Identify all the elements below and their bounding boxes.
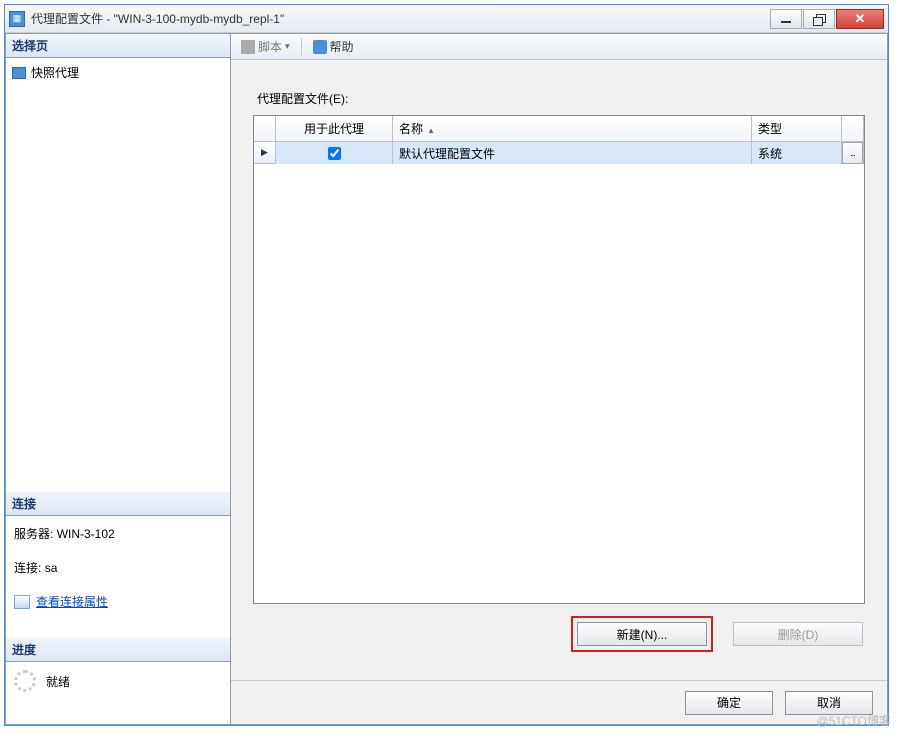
row-header-corner xyxy=(254,116,276,142)
col-type[interactable]: 类型 xyxy=(752,116,842,142)
properties-icon xyxy=(14,595,30,609)
use-for-agent-checkbox[interactable] xyxy=(328,147,341,160)
content-area: 代理配置文件(E): 用于此代理 名称▲ 类型 ▶ 默认代理配置文件 系统 xyxy=(231,60,887,680)
help-button[interactable]: 帮助 xyxy=(309,36,358,57)
progress-section: 就绪 xyxy=(6,662,230,700)
ok-button[interactable]: 确定 xyxy=(685,691,773,715)
col-actions xyxy=(842,116,864,142)
connection-section: 服务器: WIN-3-102 连接: sa 查看连接属性 xyxy=(6,516,230,620)
page-icon xyxy=(12,67,26,79)
conn-value: sa xyxy=(45,561,58,575)
cell-use-for-agent[interactable] xyxy=(276,142,393,164)
tree-item-snapshot-agent[interactable]: 快照代理 xyxy=(12,62,224,83)
app-icon: ▦ xyxy=(9,11,25,27)
help-label: 帮助 xyxy=(330,38,354,55)
delete-button: 删除(D) xyxy=(733,622,863,646)
toolbar-separator xyxy=(301,38,302,56)
table-actions: 新建(N)... 删除(D) xyxy=(253,604,865,664)
current-row-icon: ▶ xyxy=(261,147,268,158)
ready-label: 就绪 xyxy=(46,673,70,690)
left-panel: 选择页 快照代理 连接 服务器: WIN-3-102 连接: sa xyxy=(6,34,231,724)
cell-name[interactable]: 默认代理配置文件 xyxy=(393,142,752,164)
close-icon: ✕ xyxy=(855,11,866,27)
titlebar[interactable]: ▦ 代理配置文件 - "WIN-3-100-mydb-mydb_repl-1" … xyxy=(5,5,888,33)
table-header-row: 用于此代理 名称▲ 类型 xyxy=(254,116,864,142)
cell-action: ... xyxy=(842,142,864,164)
tree-item-label: 快照代理 xyxy=(31,64,79,81)
cell-type: 系统 xyxy=(752,142,842,164)
profiles-label: 代理配置文件(E): xyxy=(257,90,865,107)
row-ellipsis-button[interactable]: ... xyxy=(842,142,863,164)
help-icon xyxy=(313,40,327,54)
maximize-button[interactable] xyxy=(803,9,835,29)
window-title: 代理配置文件 - "WIN-3-100-mydb-mydb_repl-1" xyxy=(31,10,769,27)
spinner-icon xyxy=(14,670,36,692)
script-icon xyxy=(241,40,255,54)
table-row[interactable]: ▶ 默认代理配置文件 系统 ... xyxy=(254,142,864,164)
sort-asc-icon: ▲ xyxy=(427,126,435,135)
cancel-button[interactable]: 取消 xyxy=(785,691,873,715)
right-panel: 脚本 ▾ 帮助 代理配置文件(E): 用于此代理 名称▲ 类型 xyxy=(231,34,887,724)
progress-header: 进度 xyxy=(6,638,230,662)
row-indicator: ▶ xyxy=(254,142,276,164)
page-tree: 快照代理 xyxy=(6,58,230,87)
table-empty-area xyxy=(254,164,864,603)
toolbar: 脚本 ▾ 帮助 xyxy=(231,34,887,60)
window-controls: ✕ xyxy=(769,9,884,29)
dialog-window: ▦ 代理配置文件 - "WIN-3-100-mydb-mydb_repl-1" … xyxy=(4,4,889,726)
select-page-header: 选择页 xyxy=(6,34,230,58)
view-conn-props-link[interactable]: 查看连接属性 xyxy=(14,590,222,614)
script-label: 脚本 xyxy=(258,38,282,55)
dialog-footer: 确定 取消 xyxy=(231,680,887,724)
window-body: 选择页 快照代理 连接 服务器: WIN-3-102 连接: sa xyxy=(5,33,888,725)
view-conn-props-label: 查看连接属性 xyxy=(36,590,108,614)
script-menu[interactable]: 脚本 ▾ xyxy=(237,36,294,57)
chevron-down-icon: ▾ xyxy=(285,41,290,52)
close-button[interactable]: ✕ xyxy=(836,9,884,29)
connection-header: 连接 xyxy=(6,492,230,516)
connection-row: 连接: sa xyxy=(14,556,222,580)
conn-label: 连接: xyxy=(14,561,41,575)
new-button[interactable]: 新建(N)... xyxy=(577,622,707,646)
server-row: 服务器: WIN-3-102 xyxy=(14,522,222,546)
highlight-annotation: 新建(N)... xyxy=(571,616,713,652)
minimize-button[interactable] xyxy=(770,9,802,29)
profiles-table: 用于此代理 名称▲ 类型 ▶ 默认代理配置文件 系统 ... xyxy=(253,115,865,604)
server-label: 服务器: xyxy=(14,527,53,541)
server-value: WIN-3-102 xyxy=(57,527,115,541)
col-use-for-agent[interactable]: 用于此代理 xyxy=(276,116,393,142)
col-name[interactable]: 名称▲ xyxy=(393,116,752,142)
